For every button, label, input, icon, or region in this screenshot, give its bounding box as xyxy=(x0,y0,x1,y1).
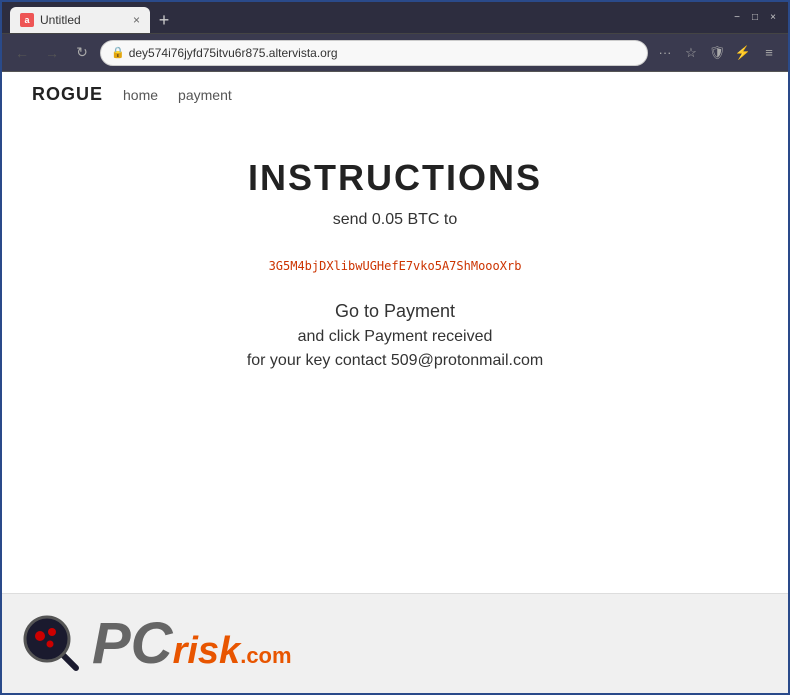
tab-bar: a Untitled × + xyxy=(10,2,722,33)
close-button[interactable]: × xyxy=(766,11,780,25)
logo-pc: PC xyxy=(92,615,173,673)
watermark-area: PC risk .com xyxy=(2,593,788,693)
main-content: INSTRUCTIONS send 0.05 BTC to 3G5M4bjDXl… xyxy=(2,117,788,593)
btc-address: 3G5M4bjDXlibwUGHefE7vko5A7ShMoooXrb xyxy=(269,259,522,273)
url-bar[interactable]: 🔒 dey574i76jyfd75itvu6r875.altervista.or… xyxy=(100,40,648,66)
page-content: ROGUE home payment INSTRUCTIONS send 0.0… xyxy=(2,72,788,693)
site-brand: ROGUE xyxy=(32,84,103,105)
contact-text: for your key contact 509@protonmail.com xyxy=(247,352,543,370)
send-text: send 0.05 BTC to xyxy=(333,211,458,229)
pcrisk-logo-text: PC risk .com xyxy=(92,615,292,673)
url-text: dey574i76jyfd75itvu6r875.altervista.org xyxy=(129,46,338,60)
browser-window: a Untitled × + − □ × ← → ↻ 🔒 dey574i76jy… xyxy=(0,0,790,695)
tab-favicon: a xyxy=(20,13,34,27)
maximize-button[interactable]: □ xyxy=(748,11,762,25)
tab-title: Untitled xyxy=(40,13,81,27)
shield-button[interactable]: 🛡 xyxy=(706,42,728,64)
click-payment-text: and click Payment received xyxy=(298,328,493,346)
lock-icon: 🔒 xyxy=(111,46,125,59)
logo-risk: risk xyxy=(173,632,241,670)
go-to-payment-text: Go to Payment xyxy=(335,301,455,322)
bookmark-button[interactable]: ☆ xyxy=(680,42,702,64)
menu-button[interactable]: ≡ xyxy=(758,42,780,64)
back-button[interactable]: ← xyxy=(10,41,34,65)
extensions-button[interactable]: ⚡ xyxy=(732,42,754,64)
nav-link-payment[interactable]: payment xyxy=(178,87,232,103)
pcrisk-logo-icon xyxy=(22,614,82,674)
more-options-button[interactable]: ··· xyxy=(654,42,676,64)
title-bar: a Untitled × + − □ × xyxy=(2,2,788,34)
address-actions: ··· ☆ 🛡 ⚡ ≡ xyxy=(654,42,780,64)
nav-link-home[interactable]: home xyxy=(123,87,158,103)
address-bar: ← → ↻ 🔒 dey574i76jyfd75itvu6r875.altervi… xyxy=(2,34,788,72)
site-nav: ROGUE home payment xyxy=(2,72,788,117)
tab-close-button[interactable]: × xyxy=(133,13,140,27)
instructions-title: INSTRUCTIONS xyxy=(248,157,542,199)
refresh-button[interactable]: ↻ xyxy=(70,41,94,65)
browser-tab[interactable]: a Untitled × xyxy=(10,7,150,33)
window-controls: − □ × xyxy=(730,11,780,25)
forward-button[interactable]: → xyxy=(40,41,64,65)
new-tab-button[interactable]: + xyxy=(150,7,178,33)
logo-com: .com xyxy=(240,645,291,667)
minimize-button[interactable]: − xyxy=(730,11,744,25)
